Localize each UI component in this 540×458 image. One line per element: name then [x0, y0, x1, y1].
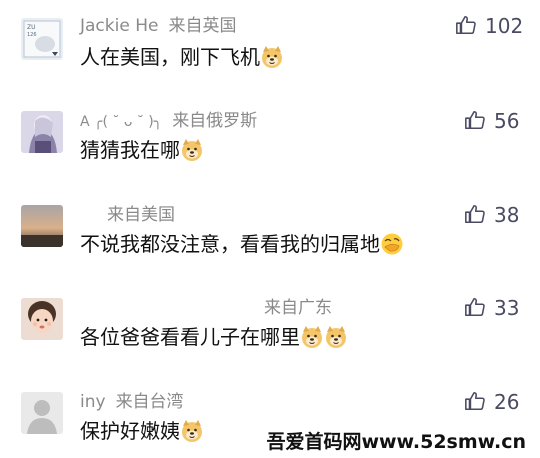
- doge-emoji-icon: [262, 46, 282, 68]
- comment-text: 保护好嫩姨: [80, 418, 204, 444]
- like-button[interactable]: 26: [464, 390, 519, 413]
- doge-emoji-icon: [182, 420, 202, 442]
- avatar[interactable]: [21, 205, 63, 247]
- location-label: 来自台湾: [115, 392, 184, 412]
- comment-text-content: 不说我都没注意，看看我的归属地: [80, 232, 380, 256]
- thumbs-up-icon: [465, 110, 485, 130]
- location-label: 来自美国: [107, 205, 175, 225]
- doge-emoji-icon: [326, 326, 346, 348]
- comment-meta: 来自广东: [264, 298, 332, 318]
- comment-text: 猜猜我在哪: [80, 137, 204, 163]
- comment-text: 不说我都没注意，看看我的归属地: [80, 231, 404, 257]
- comment-meta: iny 来自台湾: [80, 392, 184, 412]
- thumbs-up-icon: [465, 297, 485, 317]
- comment-text-content: 保护好嫩姨: [80, 419, 180, 443]
- thumbs-up-icon: [456, 15, 476, 35]
- like-count: 26: [494, 390, 520, 414]
- thumbs-up-icon: [465, 204, 485, 224]
- avatar[interactable]: [21, 298, 63, 340]
- username[interactable]: A ╭( ˘ ᴗ ˘ )╮: [80, 114, 162, 130]
- like-count: 33: [494, 296, 520, 320]
- facepalm-emoji-icon: [381, 233, 403, 255]
- doge-emoji-icon: [302, 326, 322, 348]
- comment-meta: Jackie He 来自英国: [80, 16, 236, 36]
- location-label: 来自英国: [168, 16, 237, 36]
- comment-text-content: 猜猜我在哪: [80, 138, 180, 162]
- watermark: 吾爱首码网www.52smw.cn: [262, 430, 530, 454]
- like-count: 102: [485, 14, 524, 38]
- comment-text: 人在美国，刚下飞机: [80, 44, 284, 70]
- comment-meta: A ╭( ˘ ᴗ ˘ )╮ 来自俄罗斯: [80, 111, 257, 132]
- svg-text:ZU: ZU: [27, 24, 36, 31]
- username[interactable]: iny: [80, 392, 106, 412]
- like-button[interactable]: 102: [455, 14, 523, 37]
- avatar[interactable]: ZU 126: [21, 18, 63, 60]
- location-label: 来自广东: [264, 298, 332, 318]
- thumbs-up-icon: [465, 391, 485, 411]
- comment-text-content: 人在美国，刚下飞机: [80, 45, 260, 69]
- like-button[interactable]: 33: [464, 296, 519, 319]
- like-count: 56: [494, 109, 520, 133]
- avatar[interactable]: [21, 111, 63, 153]
- like-button[interactable]: 38: [464, 203, 519, 226]
- svg-text:126: 126: [27, 32, 37, 38]
- like-button[interactable]: 56: [464, 109, 519, 132]
- username[interactable]: Jackie He: [80, 16, 158, 36]
- comment-text-content: 各位爸爸看看儿子在哪里: [80, 325, 300, 349]
- comment-meta: 来自美国: [107, 205, 175, 225]
- avatar[interactable]: [21, 392, 63, 434]
- like-count: 38: [494, 203, 520, 227]
- comment-text: 各位爸爸看看儿子在哪里: [80, 324, 348, 350]
- location-label: 来自俄罗斯: [172, 111, 258, 131]
- doge-emoji-icon: [182, 139, 202, 161]
